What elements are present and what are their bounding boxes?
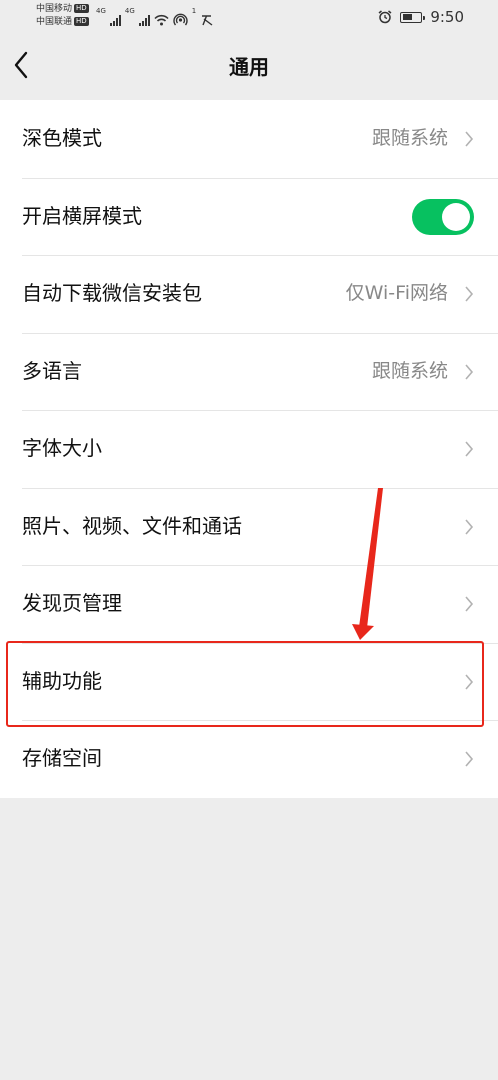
setting-value: 跟随系统 xyxy=(371,359,448,382)
network-type-1: 4G xyxy=(96,7,106,15)
setting-label: 照片、视频、文件和通话 xyxy=(22,513,242,538)
signal-icon xyxy=(138,14,150,26)
setting-label: 深色模式 xyxy=(22,126,102,150)
app-icon xyxy=(202,15,213,26)
navigation-bar: 通用 xyxy=(0,34,498,100)
setting-language[interactable]: 多语言 跟随系统 xyxy=(0,332,498,411)
setting-landscape-mode: 开启横屏模式 xyxy=(0,177,498,256)
setting-label: 开启横屏模式 xyxy=(22,203,142,228)
hotspot-icon xyxy=(173,13,188,26)
setting-font-size[interactable]: 字体大小 xyxy=(0,410,498,488)
setting-label: 多语言 xyxy=(22,358,82,383)
settings-list: 深色模式 跟随系统 开启横屏模式 自动下载微信安装包 仅Wi-Fi网络 多语言 … xyxy=(0,100,498,798)
wifi-icon xyxy=(154,14,169,26)
network-type-2: 4G xyxy=(124,7,135,15)
setting-discover[interactable]: 发现页管理 xyxy=(0,565,498,643)
setting-media[interactable]: 照片、视频、文件和通话 xyxy=(0,487,498,566)
hotspot-count: 1 xyxy=(191,7,197,15)
chevron-right-icon xyxy=(465,131,474,147)
chevron-right-icon xyxy=(465,441,474,457)
chevron-right-icon xyxy=(465,596,474,612)
chevron-right-icon xyxy=(465,673,474,690)
battery-icon xyxy=(400,11,426,23)
setting-storage[interactable]: 存储空间 xyxy=(0,720,498,798)
setting-label: 字体大小 xyxy=(22,436,102,460)
setting-label: 存储空间 xyxy=(22,746,102,770)
setting-accessibility[interactable]: 辅助功能 xyxy=(0,642,498,721)
chevron-right-icon xyxy=(465,363,474,380)
clock: 9:50 xyxy=(430,8,464,26)
page-title: 通用 xyxy=(229,55,269,79)
alarm-icon xyxy=(378,10,392,24)
chevron-right-icon xyxy=(465,751,474,767)
chevron-right-icon xyxy=(465,518,474,535)
signal-icon xyxy=(109,14,121,26)
toggle-knob xyxy=(442,202,470,231)
setting-auto-download[interactable]: 自动下载微信安装包 仅Wi-Fi网络 xyxy=(0,255,498,333)
status-bar: 中国移动 HD 中国联通 HD 4G 4G 1 9:50 xyxy=(0,0,498,34)
setting-label: 辅助功能 xyxy=(22,668,102,693)
landscape-toggle[interactable] xyxy=(412,198,474,235)
setting-label: 发现页管理 xyxy=(22,591,122,615)
setting-value: 跟随系统 xyxy=(371,127,448,149)
carrier-1: 中国移动 HD xyxy=(36,4,89,14)
chevron-right-icon xyxy=(465,286,474,302)
carrier-2: 中国联通 HD xyxy=(36,17,89,27)
setting-label: 自动下载微信安装包 xyxy=(22,281,202,305)
setting-dark-mode[interactable]: 深色模式 跟随系统 xyxy=(0,100,498,178)
setting-value: 仅Wi-Fi网络 xyxy=(345,282,448,304)
